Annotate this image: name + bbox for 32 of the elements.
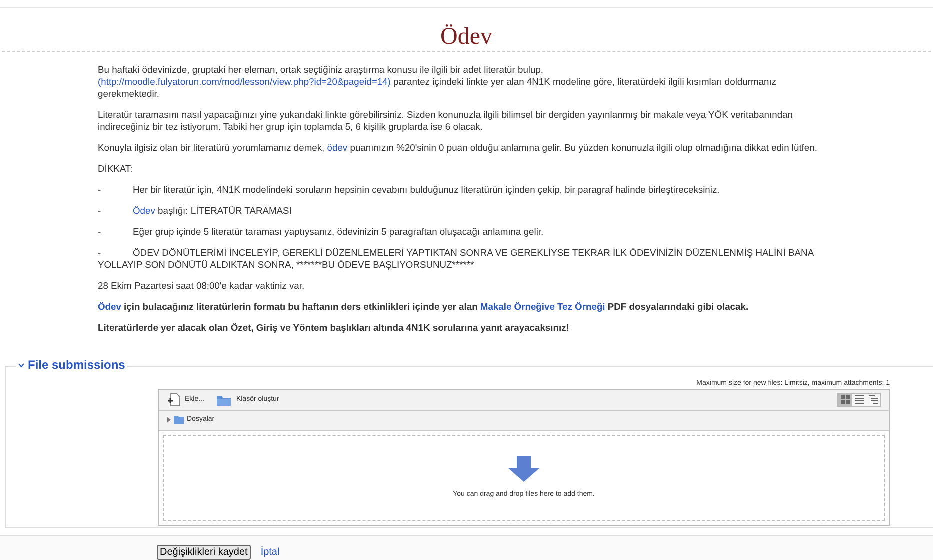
paragraph: Literatürlerde yer alacak olan Özet, Giriş ve Yöntem başlıkları altında 4N1K sorularına yanıt arayacaksınız! <box>98 322 570 334</box>
paragraph: 28 Ekim Pazartesi saat 08:00'e kadar vaktiniz var. <box>98 280 306 292</box>
paragraph: Bu haftaki ödevinizde, gruptaki her eleman, ortak seçtiğiniz araştırma konusu ile ilgili bir adet literatür bulup, (http://moodle.fulyatorun.com/mod/lesson/view.php?id=20&pageid=14) parantez içindeki linkte yer alan 4N1K modeline göre, literatürdeki ilgili kısımları doldurmanız gerekmektedir. <box>98 64 778 100</box>
bullet-paragraph: - ÖDEV DÖNÜTLERİMİ İNCELEYİP, GEREKLİ DÜZENLEMELERİ YAPTIKTAN SONRA VE GEREKLİYSE TEKRAR İLK ÖDEVİNİZİN DÜZENLENMİŞ HALİNİ BANA YOLLAYIP SON DÖNÜTÜ ALDIKTAN SONRA, *******BU ÖDEVE BAŞLIYORSUNUZ****** <box>98 246 815 271</box>
text-link[interactable]: (http://moodle.fulyatorun.com/mod/lesson/view.php?id=20&pageid=14) <box>98 76 391 87</box>
view-toggle[interactable] <box>838 394 852 406</box>
folder-icon <box>174 416 184 424</box>
section-legend: File submissions <box>28 358 126 373</box>
bullet-paragraph: - Eğer grup içinde 5 literatür taraması yaptıysanız, ödevinizin 5 paragraftan oluşacağı anlamına gelir. <box>98 226 545 238</box>
chevron-icon <box>18 362 25 368</box>
paragraph: DİKKAT: <box>98 162 134 175</box>
text-link[interactable]: Ödev <box>133 204 156 216</box>
bullet-paragraph: - Ödev başlığı: LİTERATÜR TARAMASI <box>98 204 293 217</box>
paragraph: Ödev için bulacağınız literatürlerin formatı bu haftanın ders etkinlikleri içinde yer alan Makale Örneğive Tez Örneği PDF dosyalarındaki gibi olacak. <box>98 300 750 313</box>
view-toggle[interactable] <box>866 394 880 406</box>
text-link[interactable]: Ödev <box>98 300 122 312</box>
paragraph: Konuyla ilgisiz olan bir literatürü yorumlamanız demek, ödev puanınızın %20'sinin 0 puan olduğu anlamına gelir. Bu yüzden konunuzla ilgili olup olmadığına dikkat edin lütfen. <box>98 142 818 154</box>
expand-triangle-icon <box>167 417 171 424</box>
cancel-link[interactable]: İptal <box>260 545 280 560</box>
tree-view-icon <box>868 395 878 404</box>
view-toggle[interactable] <box>852 394 866 406</box>
add-file-icon <box>167 392 181 407</box>
page-title: Ödev <box>440 22 492 51</box>
bullet-paragraph: - Her bir literatür için, 4N1K modelindeki soruların hepsinin cevabını bulduğunuz literatürün içinden çekip, bir paragraf halinde birleştireceksiniz. <box>98 184 721 196</box>
down-arrow-icon <box>508 456 540 482</box>
collapse-toggle[interactable] <box>18 362 25 368</box>
list-view-icon <box>854 395 864 404</box>
text-link[interactable]: Makale Örneğive Tez Örneği <box>480 300 606 312</box>
save-changes-button[interactable]: Değişiklikleri kaydet <box>157 545 251 560</box>
grid-view-icon <box>840 395 850 404</box>
text-link[interactable]: ödev <box>327 142 348 153</box>
paragraph: Literatür taramasını nasıl yapacağınızı yine yukarıdaki linkte görebilirsiniz. Sizden konunuzla ilgili bilimsel bir dergiden yayınlanmış bir makale veya YÖK veritabanından indireceğiniz bir tez istiyorum. Tabiki her grup için toplamda 5, 6 kişilik gruplarda ise 6 olacak. <box>98 108 794 133</box>
